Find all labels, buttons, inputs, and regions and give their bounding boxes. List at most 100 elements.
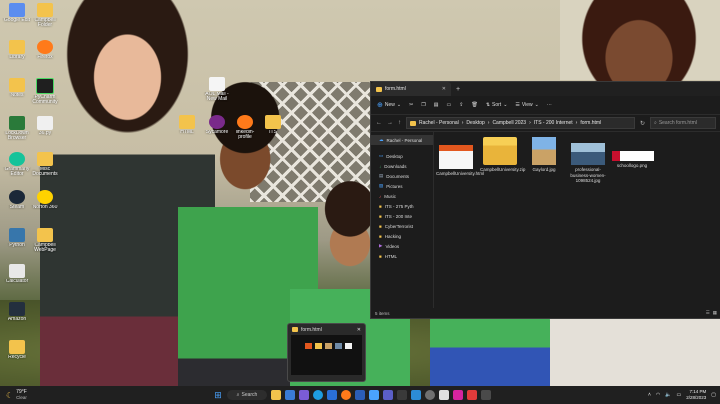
photos-icon[interactable]	[411, 390, 421, 400]
paste-button[interactable]: ▤	[434, 102, 439, 108]
desktop-icon-steam[interactable]: Steam	[2, 190, 32, 210]
explorer-main-area: ☁ Rachel - Personal ▭ Desktop ↓ Downloads ▤…	[371, 131, 720, 308]
terminal-icon[interactable]	[397, 390, 407, 400]
breadcrumb-item[interactable]: Campbell 2023	[492, 120, 526, 126]
desktop-icon-sycamore[interactable]: Sycamore	[202, 115, 232, 135]
settings-icon[interactable]	[425, 390, 435, 400]
image-thumbnail	[612, 151, 654, 161]
desktop-icon-36py[interactable]: 36.py	[30, 116, 60, 136]
share-button[interactable]: ⇪	[459, 102, 463, 108]
delete-button[interactable]: 🗑	[471, 102, 477, 108]
widgets-icon[interactable]	[285, 390, 295, 400]
nav-item-its-275[interactable]: ■ ITS - 275 Pyth	[371, 201, 433, 211]
desktop-icon-html[interactable]: HTML	[172, 115, 202, 135]
desktop-icon-lockdown[interactable]: LockDown Browser	[2, 116, 32, 141]
sort-button[interactable]: ⇅ Sort ⌄	[486, 102, 508, 108]
desktop-icon-notes[interactable]: Notes	[2, 78, 32, 98]
up-button[interactable]: ↑	[398, 120, 401, 126]
new-tab-button[interactable]: +	[456, 86, 460, 93]
camera-icon[interactable]	[481, 390, 491, 400]
close-icon[interactable]: ✕	[357, 327, 361, 333]
weather-widget[interactable]: ☾ 79°F Clear	[0, 390, 106, 401]
view-button[interactable]: ☰ View ⌄	[515, 102, 538, 108]
norton-icon	[37, 190, 53, 204]
desktop-icon-recycle[interactable]: Recycle	[2, 340, 32, 360]
nav-item-pictures[interactable]: ▨ Pictures	[371, 181, 433, 191]
rename-icon: ▭	[446, 102, 452, 108]
nav-item-desktop[interactable]: ▭ Desktop	[371, 151, 433, 161]
explorer-tab[interactable]: form.html ✕	[371, 82, 451, 96]
start-button[interactable]: ⊞	[213, 390, 223, 400]
aol-icon[interactable]	[439, 390, 449, 400]
desktop-icon-firefox[interactable]: Firefox	[30, 40, 60, 60]
notification-icon[interactable]: ▢	[711, 392, 716, 398]
nav-item-cyberterrorist[interactable]: ■ CyberTerrorist	[371, 221, 433, 231]
more-options-button[interactable]: ···	[547, 102, 552, 108]
file-item[interactable]: CampbellUniversity.html	[436, 137, 484, 177]
nav-item-videos[interactable]: ▶ Videos	[371, 241, 433, 251]
nav-item-documents[interactable]: ▤ Documents	[371, 171, 433, 181]
desktop-icon-amazon[interactable]: Amazon	[2, 302, 32, 322]
desktop-icon-linkedin-profile[interactable]: linkedin-profile	[230, 115, 260, 140]
firefox-icon[interactable]	[341, 390, 351, 400]
desktop-icon-calculator[interactable]: Calculator	[2, 264, 32, 284]
store-icon[interactable]	[327, 390, 337, 400]
desktop-icon: ▭	[379, 153, 384, 158]
desktop-icon-aol-mail[interactable]: AOL Mail - New Mail	[202, 77, 232, 102]
desktop-icon-its[interactable]: ITS	[258, 115, 288, 135]
volume-icon[interactable]: 🔈	[665, 392, 671, 398]
nav-item-hacking[interactable]: ■ Hacking	[371, 231, 433, 241]
desktop-icon-pycharm[interactable]: PyCharm Community	[30, 78, 60, 105]
file-explorer-icon[interactable]	[271, 390, 281, 400]
new-button[interactable]: ⊕ New ⌄	[377, 101, 401, 109]
breadcrumb-item[interactable]: Desktop	[466, 120, 484, 126]
back-button[interactable]: ←	[376, 120, 382, 126]
desktop-icon-norton[interactable]: Norton 360	[30, 190, 60, 210]
teams-icon[interactable]	[383, 390, 393, 400]
breadcrumb-item[interactable]: ITS - 200 Internet	[534, 120, 573, 126]
file-item[interactable]: professional-business-women-1098524.jpg	[568, 137, 608, 184]
desktop-icon-campbell-folder[interactable]: Campbell Folder	[30, 3, 60, 28]
battery-icon[interactable]: ▭	[677, 392, 682, 398]
desktop-icon-grammarly[interactable]: Grammarly Editor	[2, 152, 32, 177]
chevron-up-icon[interactable]: ˄	[648, 392, 651, 398]
file-item[interactable]: schoollogo.png	[612, 137, 654, 169]
search-box[interactable]: ⌕ Search form.html	[650, 117, 716, 129]
desktop-icon-misc-documents[interactable]: Misc Documents	[30, 152, 60, 177]
folder-icon	[37, 228, 53, 242]
nav-item-downloads[interactable]: ↓ Downloads	[371, 161, 433, 171]
desktop-icon-campbell-webpage[interactable]: Campbell WebPage	[30, 228, 60, 253]
file-item[interactable]: CampbellUniversity.zip	[480, 137, 526, 173]
breadcrumb-item[interactable]: Rachel - Personal	[419, 120, 459, 126]
nav-item-music[interactable]: ♪ Music	[371, 191, 433, 201]
cut-icon: ✂	[409, 102, 414, 108]
taskbar-search[interactable]: ⌕ Search	[227, 390, 267, 400]
nav-item-html[interactable]: ■ HTML	[371, 251, 433, 261]
details-view-icon[interactable]: ☰	[706, 310, 710, 316]
wifi-icon[interactable]: ◠	[656, 392, 660, 398]
breadcrumb-item[interactable]: form.html	[580, 120, 601, 126]
close-tab-icon[interactable]: ✕	[442, 86, 446, 92]
taskbar-window-preview[interactable]: form.html ✕	[287, 323, 366, 382]
instagram-icon[interactable]	[453, 390, 463, 400]
nav-item-rachel-personal[interactable]: ☁ Rachel - Personal	[371, 135, 433, 145]
tiles-view-icon[interactable]: ▦	[713, 310, 717, 316]
refresh-button[interactable]: ↻	[640, 120, 645, 127]
desktop-icon-python[interactable]: Python	[2, 228, 32, 248]
edge-icon[interactable]	[313, 390, 323, 400]
onedrive-icon[interactable]	[369, 390, 379, 400]
rename-button[interactable]: ▭	[447, 102, 452, 108]
chat-icon[interactable]	[299, 390, 309, 400]
forward-button[interactable]: →	[387, 120, 393, 126]
desktop-icon-library[interactable]: Library	[2, 40, 32, 60]
nav-item-its-200[interactable]: ■ ITS - 200 Inte	[371, 211, 433, 221]
file-item[interactable]: Gaylord.jpg	[524, 137, 564, 173]
desktop-icon-google[interactable]: Google Edit	[2, 3, 32, 23]
word-icon[interactable]	[355, 390, 365, 400]
clock[interactable]: 7:14 PM 2/28/2023	[686, 389, 706, 401]
music-icon[interactable]	[467, 390, 477, 400]
copy-button[interactable]: ❐	[421, 102, 425, 108]
cut-button[interactable]: ✂	[409, 102, 413, 108]
address-bar[interactable]: Rachel - Personal › Desktop › Campbell 202…	[406, 117, 635, 129]
file-name: CampbellUniversity.zip	[480, 167, 526, 172]
